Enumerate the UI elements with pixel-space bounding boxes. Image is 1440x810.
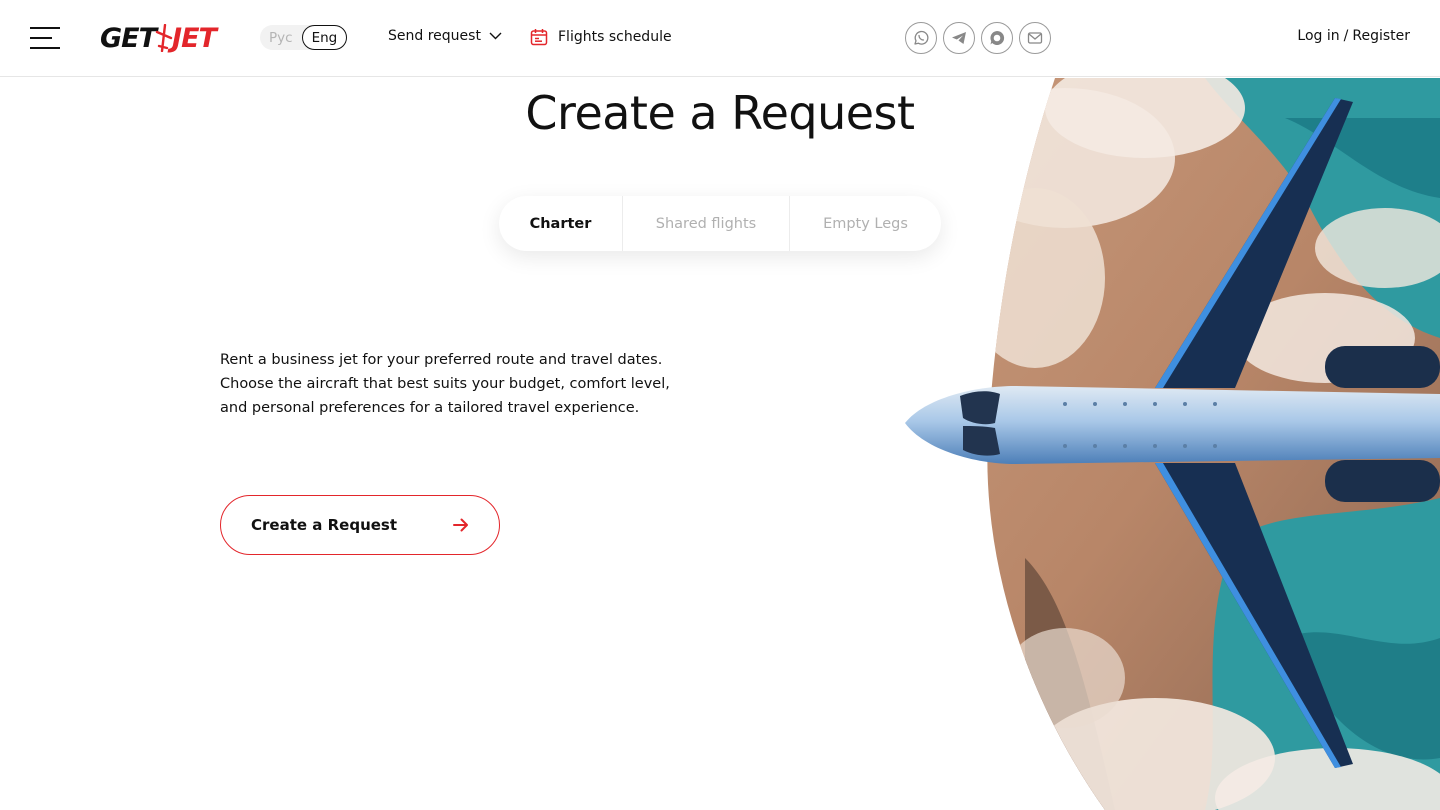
logo-get: GET — [100, 22, 157, 54]
chevron-down-icon — [489, 32, 502, 40]
tab-empty-legs[interactable]: Empty Legs — [789, 196, 941, 251]
telegram-button[interactable] — [943, 22, 975, 54]
create-request-button[interactable]: Create a Request — [220, 495, 500, 555]
request-type-tabs: Charter Shared flights Empty Legs — [499, 196, 941, 251]
chat-icon — [990, 30, 1005, 45]
language-switcher: Рус Eng — [260, 25, 348, 50]
auth-separator: / — [1343, 28, 1349, 44]
brand-logo[interactable]: GET JET — [100, 22, 217, 54]
social-links — [905, 22, 1051, 54]
tab-charter[interactable]: Charter — [499, 196, 622, 251]
send-request-dropdown[interactable]: Send request — [388, 28, 502, 44]
flights-schedule-link[interactable]: Flights schedule — [530, 28, 672, 46]
lang-ru[interactable]: Рус — [260, 25, 302, 50]
top-header: GET JET Рус Eng Send request Flights sch… — [0, 0, 1440, 77]
menu-icon[interactable] — [30, 27, 62, 49]
telegram-icon — [952, 32, 966, 44]
description-line: and personal preferences for a tailored … — [220, 400, 640, 416]
create-request-label: Create a Request — [251, 516, 398, 534]
jet-aerial-illustration — [905, 78, 1440, 810]
tab-shared-flights[interactable]: Shared flights — [622, 196, 789, 251]
charter-description: Rent a business jet for your preferred r… — [220, 348, 680, 420]
arrow-right-icon — [453, 518, 468, 532]
register-link[interactable]: Register — [1352, 28, 1410, 44]
mail-icon — [1027, 32, 1043, 44]
whatsapp-icon — [914, 30, 929, 45]
chat-button[interactable] — [981, 22, 1013, 54]
lang-en[interactable]: Eng — [301, 25, 348, 50]
calendar-icon — [530, 29, 548, 46]
description-line: Rent a business jet for your preferred r… — [220, 352, 663, 368]
mail-button[interactable] — [1019, 22, 1051, 54]
flights-schedule-label: Flights schedule — [558, 29, 672, 45]
plane-logo-icon — [155, 24, 173, 52]
description-line: Choose the aircraft that best suits your… — [220, 376, 670, 392]
login-link[interactable]: Log in — [1297, 28, 1339, 44]
logo-jet: JET — [172, 22, 217, 54]
whatsapp-button[interactable] — [905, 22, 937, 54]
auth-links: Log in / Register — [1297, 28, 1410, 44]
hero-jet-image — [905, 78, 1440, 810]
page-title: Create a Request — [525, 86, 915, 140]
send-request-label: Send request — [388, 28, 481, 44]
